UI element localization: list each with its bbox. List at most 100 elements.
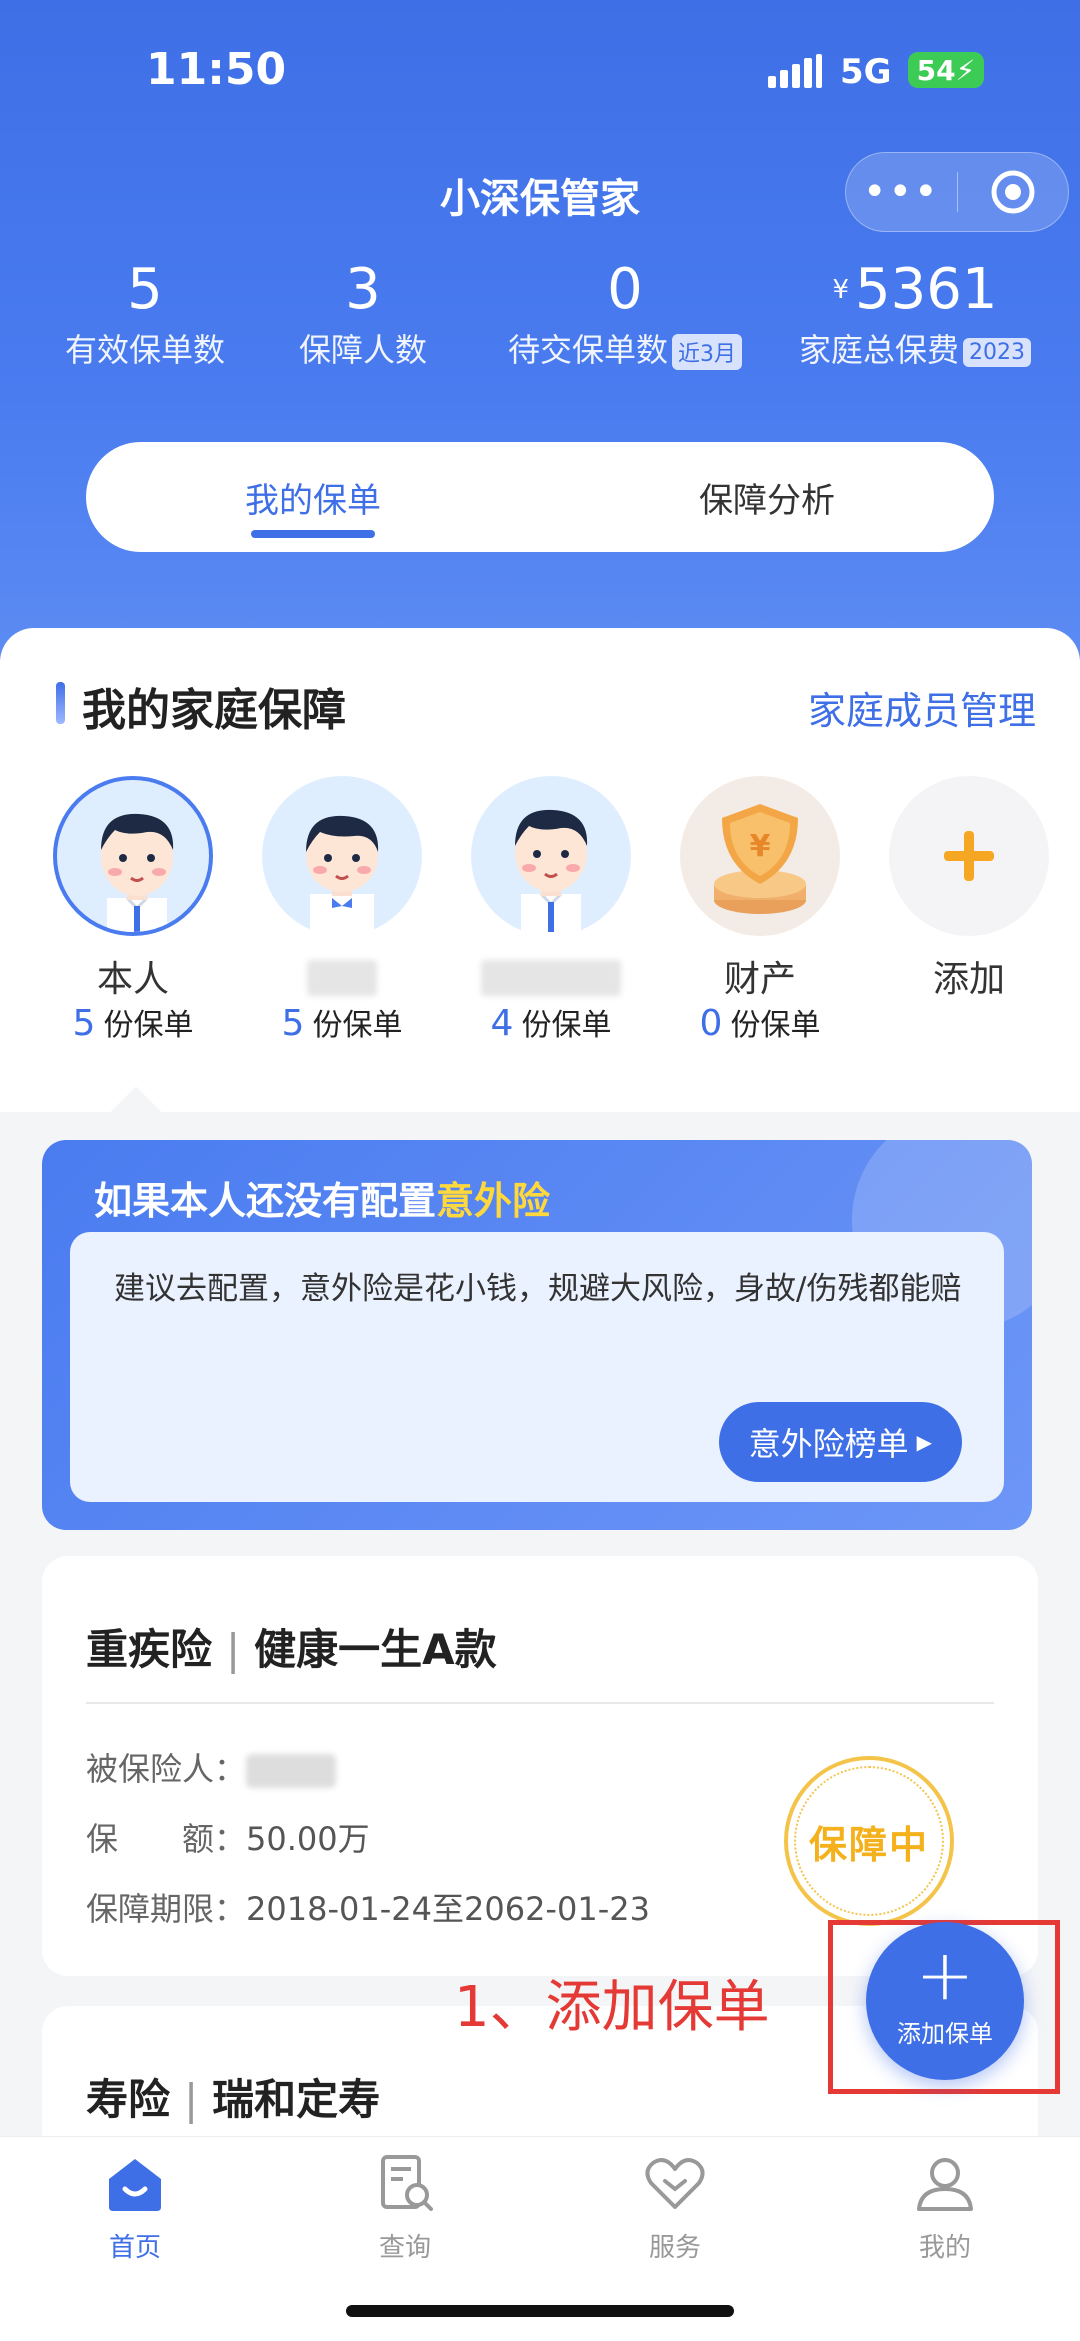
tab-mine[interactable]: 我的 bbox=[855, 2151, 1035, 2264]
policy-type: 寿险 bbox=[86, 2075, 171, 2124]
tab-label: 服务 bbox=[648, 2233, 701, 2263]
network-type: 5G bbox=[840, 52, 892, 92]
button-label: 意外险榜单 bbox=[748, 1425, 909, 1463]
count-number: 5 bbox=[281, 1003, 305, 1044]
plus-icon bbox=[944, 831, 994, 881]
policy-title: 寿险 | 瑞和定寿 bbox=[86, 2066, 380, 2127]
family-member-spouse[interactable]: 4 份保单 bbox=[466, 776, 636, 1044]
count-unit: 份保单 bbox=[103, 1008, 194, 1043]
member-policy-count: 5 份保单 bbox=[48, 1000, 218, 1044]
stat-value: 0 bbox=[607, 257, 643, 322]
status-bar: 11:50 5G 54 ⚡ bbox=[0, 44, 1080, 104]
family-member-property[interactable]: ¥ 财产 0 份保单 bbox=[675, 776, 845, 1044]
tab-my-policies[interactable]: 我的保单 bbox=[86, 442, 540, 552]
member-name-redacted bbox=[257, 950, 427, 996]
heart-icon bbox=[645, 2158, 705, 2209]
tip-body: 建议去配置，意外险是花小钱，规避大风险，身故/伤残都能赔 意外险榜单 ▶ bbox=[70, 1232, 1004, 1502]
play-arrow-icon: ▶ bbox=[916, 1430, 932, 1454]
count-unit: 份保单 bbox=[312, 1008, 403, 1043]
boy-avatar-icon bbox=[306, 815, 379, 936]
stat-valid-policies[interactable]: 5 有效保单数 bbox=[40, 255, 250, 371]
year-badge: 2023 bbox=[963, 337, 1031, 367]
count-unit: 份保单 bbox=[521, 1008, 612, 1043]
status-time: 11:50 bbox=[146, 44, 287, 95]
stat-label: 保障人数 bbox=[298, 331, 427, 369]
title-separator: | bbox=[226, 1625, 241, 1674]
member-name bbox=[307, 960, 377, 996]
search-doc-icon bbox=[381, 2155, 433, 2211]
stat-value: 5 bbox=[127, 257, 163, 322]
add-policy-label: 添加保单 bbox=[897, 2020, 993, 2048]
svg-text:¥: ¥ bbox=[750, 829, 771, 864]
tab-service[interactable]: 服务 bbox=[585, 2151, 765, 2264]
add-policy-button[interactable]: + 添加保单 bbox=[866, 1922, 1024, 2080]
member-policy-count: 0 份保单 bbox=[675, 1000, 845, 1044]
family-member-child[interactable]: 5 份保单 bbox=[257, 776, 427, 1044]
family-manage-link[interactable]: 家庭成员管理 bbox=[808, 680, 1036, 735]
tip-text: 建议去配置，意外险是花小钱，规避大风险，身故/伤残都能赔 bbox=[114, 1271, 962, 1307]
stat-total-premium[interactable]: ¥5361 家庭总保费 2023 bbox=[780, 255, 1050, 371]
annotation-label: 1、添加保单 bbox=[454, 1975, 770, 2040]
add-family-member-button[interactable]: 添加 bbox=[884, 776, 1054, 1000]
stat-label-text: 待交保单数 bbox=[507, 331, 668, 369]
tip-heading: 如果本人还没有配置意外险 bbox=[94, 1170, 550, 1225]
policy-card[interactable]: 重疾险 | 健康一生A款 被保险人： 保 额：50.00万 保障期限：2018-01… bbox=[42, 1556, 1038, 1976]
insured-row: 被保险人： bbox=[86, 1744, 337, 1790]
tip-heading-highlight: 意外险 bbox=[436, 1179, 551, 1223]
title-separator: | bbox=[184, 2075, 199, 2124]
tab-label: 我的 bbox=[918, 2233, 971, 2263]
header-banner: 11:50 5G 54 ⚡ 小深保管家 ••• 5 有效保单数 3 保障人数 0… bbox=[0, 0, 1080, 660]
family-member-self[interactable]: 本人 5 份保单 bbox=[48, 776, 218, 1044]
tab-home[interactable]: 首页 bbox=[45, 2151, 225, 2264]
amount-value: 50.00万 bbox=[246, 1820, 370, 1858]
insured-name-redacted bbox=[246, 1754, 337, 1788]
section-title-text: 我的家庭保障 bbox=[82, 685, 346, 736]
signal-icon bbox=[768, 54, 822, 88]
man-avatar-icon bbox=[515, 809, 588, 936]
insured-label: 被保险人： bbox=[86, 1750, 247, 1788]
shield-coin-icon: ¥ bbox=[714, 804, 806, 914]
section-title: 我的家庭保障 bbox=[56, 674, 346, 738]
currency-symbol: ¥ bbox=[832, 275, 850, 305]
stamp-text: 保障中 bbox=[794, 1766, 944, 1916]
stat-label-text: 家庭总保费 bbox=[798, 331, 959, 369]
miniapp-capsule: ••• bbox=[845, 152, 1069, 232]
policy-type: 重疾险 bbox=[86, 1625, 213, 1674]
accident-ranking-button[interactable]: 意外险榜单 ▶ bbox=[718, 1402, 962, 1482]
period-label: 保障期限： bbox=[86, 1890, 247, 1928]
stats-row: 5 有效保单数 3 保障人数 0 待交保单数 近3月 ¥5361 家庭总保费 202… bbox=[0, 255, 1080, 385]
stat-pending-policies[interactable]: 0 待交保单数 近3月 bbox=[490, 255, 760, 371]
man-avatar-icon bbox=[101, 813, 174, 932]
member-policy-count: 4 份保单 bbox=[466, 1000, 636, 1044]
divider bbox=[86, 1702, 994, 1704]
stat-insured-people[interactable]: 3 保障人数 bbox=[268, 255, 458, 371]
count-number: 4 bbox=[490, 1003, 514, 1044]
count-unit: 份保单 bbox=[730, 1008, 821, 1043]
tab-query[interactable]: 查询 bbox=[315, 2151, 495, 2264]
tab-label: 首页 bbox=[108, 2233, 161, 2263]
home-icon bbox=[109, 2159, 161, 2211]
avatar bbox=[262, 776, 422, 936]
close-miniapp-button[interactable] bbox=[958, 153, 1069, 231]
home-indicator bbox=[346, 2305, 734, 2317]
family-coverage-section: 我的家庭保障 家庭成员管理 本人 5 份保单 5 份保单 4 份保单 ¥ 财产 … bbox=[0, 628, 1080, 1112]
stat-label: 有效保单数 bbox=[64, 331, 225, 369]
amount-label: 保 额： bbox=[86, 1820, 247, 1858]
bottom-tab-bar: 首页 查询 服务 我的 bbox=[0, 2136, 1080, 2341]
member-name: 本人 bbox=[96, 959, 169, 1000]
member-name: 添加 bbox=[932, 959, 1005, 1000]
amount-row: 保 额：50.00万 bbox=[86, 1814, 370, 1860]
member-name bbox=[481, 960, 621, 996]
count-number: 0 bbox=[699, 1003, 723, 1044]
tip-heading-text: 如果本人还没有配置 bbox=[94, 1179, 437, 1223]
plus-icon: + bbox=[915, 1934, 975, 2016]
count-number: 5 bbox=[72, 1003, 96, 1044]
more-menu-button[interactable]: ••• bbox=[846, 153, 957, 231]
premium-amount: 5361 bbox=[855, 257, 998, 322]
tab-coverage-analysis[interactable]: 保障分析 bbox=[540, 442, 994, 552]
battery-icon: 54 ⚡ bbox=[908, 52, 984, 88]
policy-name: 健康一生A款 bbox=[254, 1625, 497, 1674]
user-icon bbox=[917, 2158, 973, 2211]
policy-tabs: 我的保单 保障分析 bbox=[86, 442, 994, 552]
stat-label: 待交保单数 近3月 bbox=[490, 325, 760, 371]
